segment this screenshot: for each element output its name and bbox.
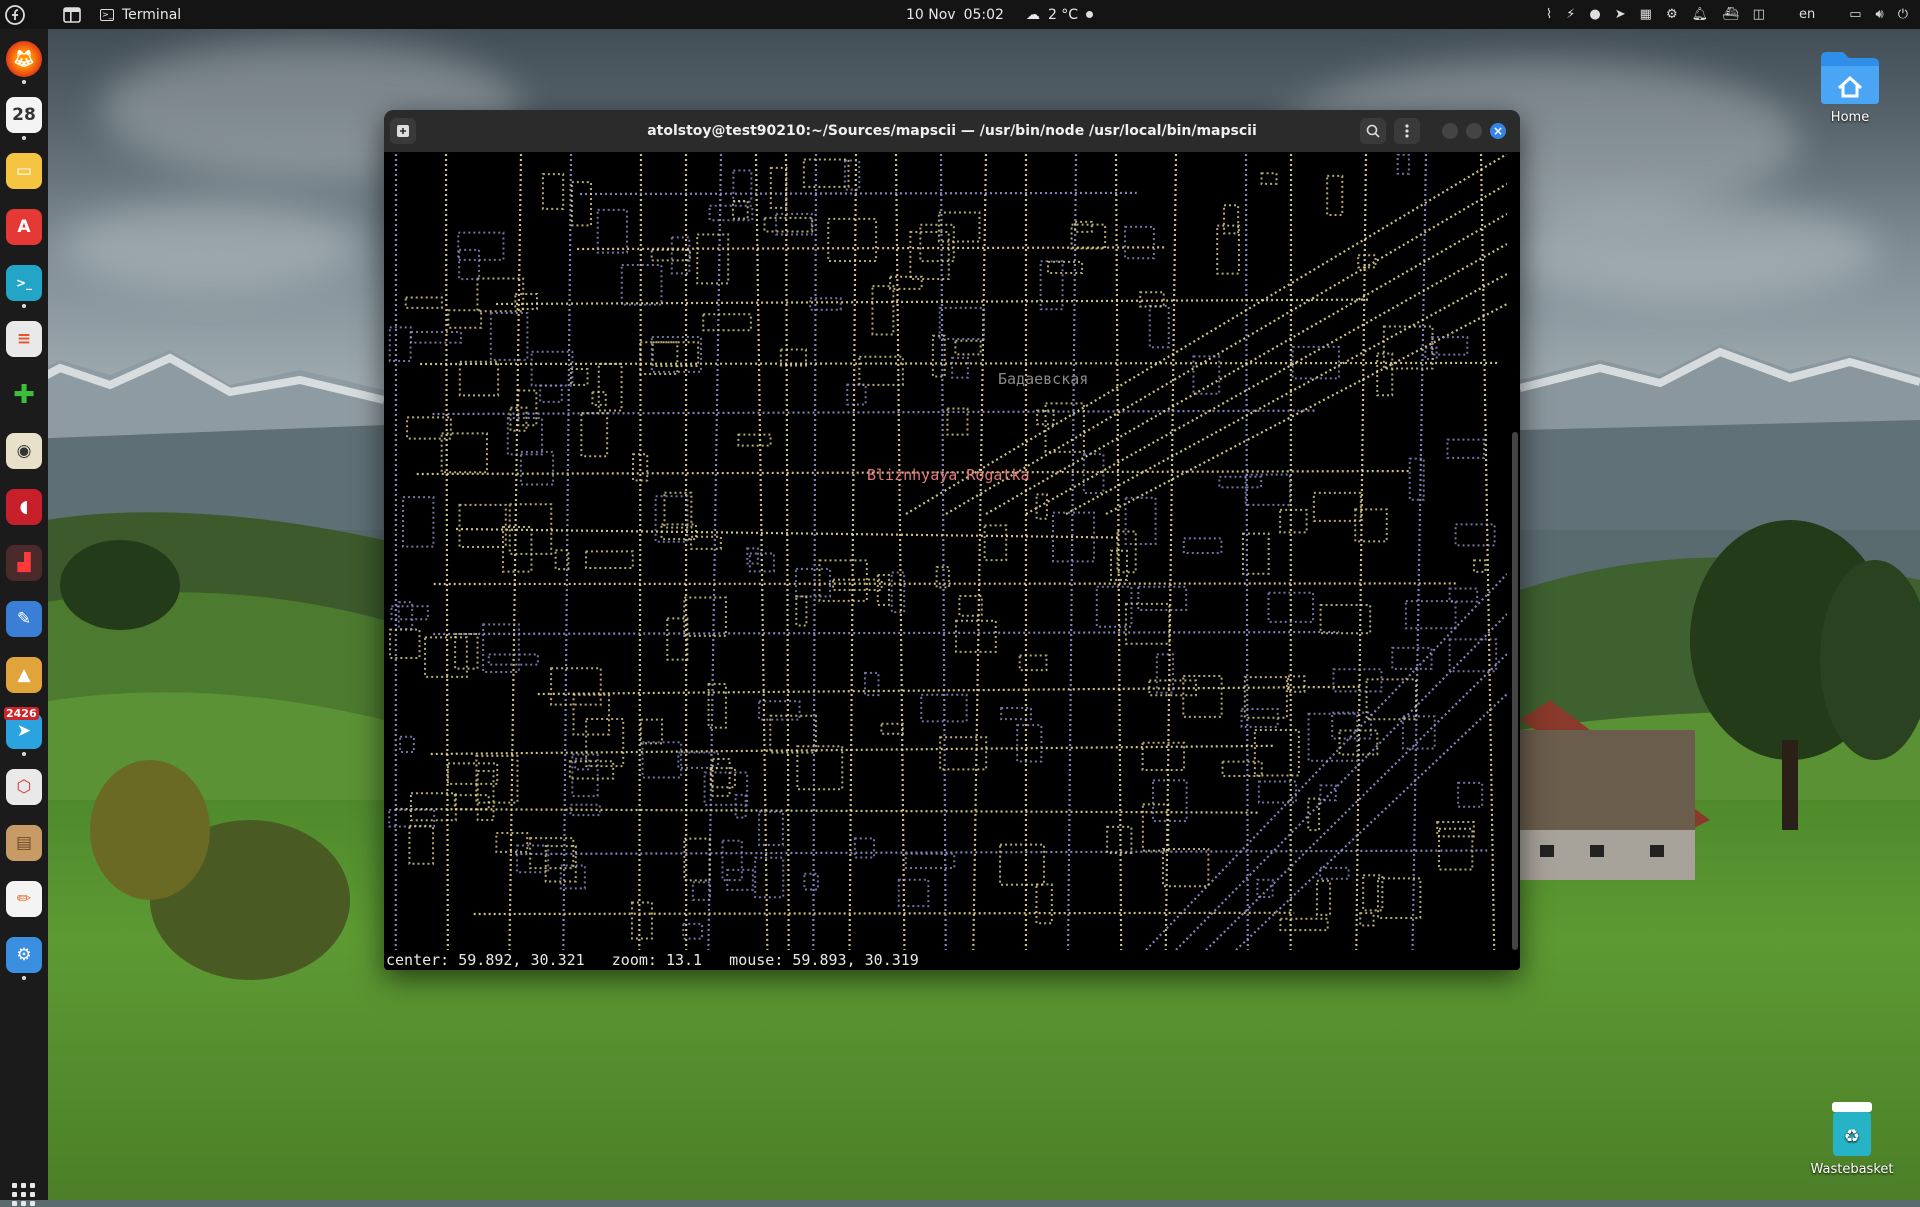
indicator-tray-icon[interactable]: ● (1589, 7, 1600, 22)
terminal-scrollbar[interactable] (1512, 432, 1518, 950)
draw-icon[interactable]: ✏ (6, 881, 42, 917)
workspaces-icon[interactable] (57, 0, 86, 29)
terminal-window: atolstoy@test90210:~/Sources/mapscii — /… (384, 110, 1520, 970)
app-menu[interactable]: >_ Terminal (100, 7, 181, 23)
extensions-icon[interactable]: ✚ (6, 377, 42, 413)
terminal-small-icon: >_ (100, 9, 114, 21)
text-editor-icon[interactable]: ✎ (6, 601, 42, 637)
home-folder[interactable]: Home (1810, 50, 1890, 125)
new-tab-button[interactable] (390, 118, 416, 144)
home-folder-icon (1819, 50, 1881, 106)
maximize-button[interactable] (1466, 123, 1482, 139)
search-icon (1366, 124, 1380, 138)
system-tray: ⌇ ⚡ ● ➤ ▦ ⚙ 🔔︎ ⛴ ◫ en ▭ 🔊︎ ⏻ (1546, 0, 1908, 29)
show-apps-icon[interactable] (12, 1183, 36, 1207)
vpn-tray-icon[interactable]: ⚙ (1666, 7, 1678, 22)
temperature-label: 2 °C (1048, 7, 1078, 23)
notification-dot (1086, 11, 1093, 18)
power-tray-icon[interactable]: ⏻ (1898, 7, 1908, 22)
map-status-line: center: 59.892, 30.321 zoom: 13.1 mouse:… (386, 950, 1518, 970)
package-icon[interactable]: ⬡ (6, 769, 42, 805)
top-panel: >_ Terminal 10 Nov 05:02 ☁ 2 °C ⌇ ⚡ ● ➤ … (0, 0, 1920, 29)
trash-label: Wastebasket (1802, 1162, 1902, 1177)
photos-icon[interactable]: ▲ (6, 657, 42, 693)
archive-icon[interactable]: ▤ (6, 825, 42, 861)
trash[interactable]: ♻ Wastebasket (1802, 1100, 1902, 1177)
braille-map-render (386, 154, 1507, 950)
analytics-icon[interactable]: ▟ (6, 545, 42, 581)
dock: 🦊︎ 28 ▭ A >_ ≡ ✚ ◉ ◖ ▟ ✎ ▲ ➤2426 ⬡ ▤ ✏ ⚙ (0, 29, 48, 1200)
close-button[interactable]: × (1490, 123, 1506, 139)
app-tray-icon[interactable]: ⚡ (1566, 7, 1575, 22)
firefox-icon[interactable]: 🦊︎ (6, 41, 42, 77)
svg-text:♻: ♻ (1844, 1126, 1860, 1147)
date-label: 10 Nov (906, 7, 956, 23)
docker-tray-icon[interactable]: ⛴ (1722, 7, 1739, 22)
place-label: Bliznhyaya Rogatka (867, 466, 1030, 484)
new-tab-icon (396, 124, 410, 138)
clock-weather[interactable]: 10 Nov 05:02 ☁ 2 °C (906, 0, 1093, 29)
gimp-icon[interactable]: ◉ (6, 433, 42, 469)
network-tray-icon[interactable]: ⌇ (1546, 7, 1552, 22)
district-label: Бадаевская (998, 370, 1088, 388)
trash-icon: ♻ (1829, 1100, 1875, 1158)
ascii-map-view[interactable]: Бадаевская Bliznhyaya Rogatka (386, 154, 1507, 950)
app-center-icon[interactable]: A (6, 209, 42, 245)
grid-tray-icon[interactable]: ▦ (1640, 7, 1652, 22)
fedora-logo-icon[interactable] (0, 0, 29, 29)
terminal-icon[interactable]: >_ (6, 265, 42, 301)
settings-icon[interactable]: ⚙ (6, 937, 42, 973)
files-icon[interactable]: ▭ (6, 153, 42, 189)
audio-icon[interactable]: ◖ (6, 489, 42, 525)
menu-button[interactable] (1394, 118, 1420, 144)
calendar-icon[interactable]: 28 (6, 97, 42, 133)
telegram-icon[interactable]: ➤2426 (6, 713, 42, 749)
language-indicator[interactable]: en (1799, 7, 1815, 22)
bell-tray-icon[interactable]: 🔔︎ (1692, 7, 1709, 22)
telegram-tray-icon[interactable]: ➤ (1615, 7, 1626, 22)
minimize-button[interactable] (1442, 123, 1458, 139)
window-title: atolstoy@test90210:~/Sources/mapscii — /… (534, 110, 1370, 152)
time-label: 05:02 (964, 7, 1004, 23)
volume-tray-icon[interactable]: 🔊︎ (1876, 7, 1884, 22)
terminal-titlebar[interactable]: atolstoy@test90210:~/Sources/mapscii — /… (384, 110, 1520, 152)
screenshot-tray-icon[interactable]: ◫ (1753, 7, 1765, 22)
app-menu-label: Terminal (122, 7, 181, 23)
calendar-day: 28 (12, 105, 36, 125)
home-folder-label: Home (1810, 110, 1890, 125)
telegram-badge: 2426 (4, 707, 39, 720)
kebab-menu-icon (1405, 124, 1409, 138)
screen-tray-icon[interactable]: ▭ (1849, 7, 1861, 22)
weather-icon: ☁ (1026, 7, 1040, 23)
search-button[interactable] (1360, 118, 1386, 144)
system-monitor-icon[interactable]: ≡ (6, 321, 42, 357)
